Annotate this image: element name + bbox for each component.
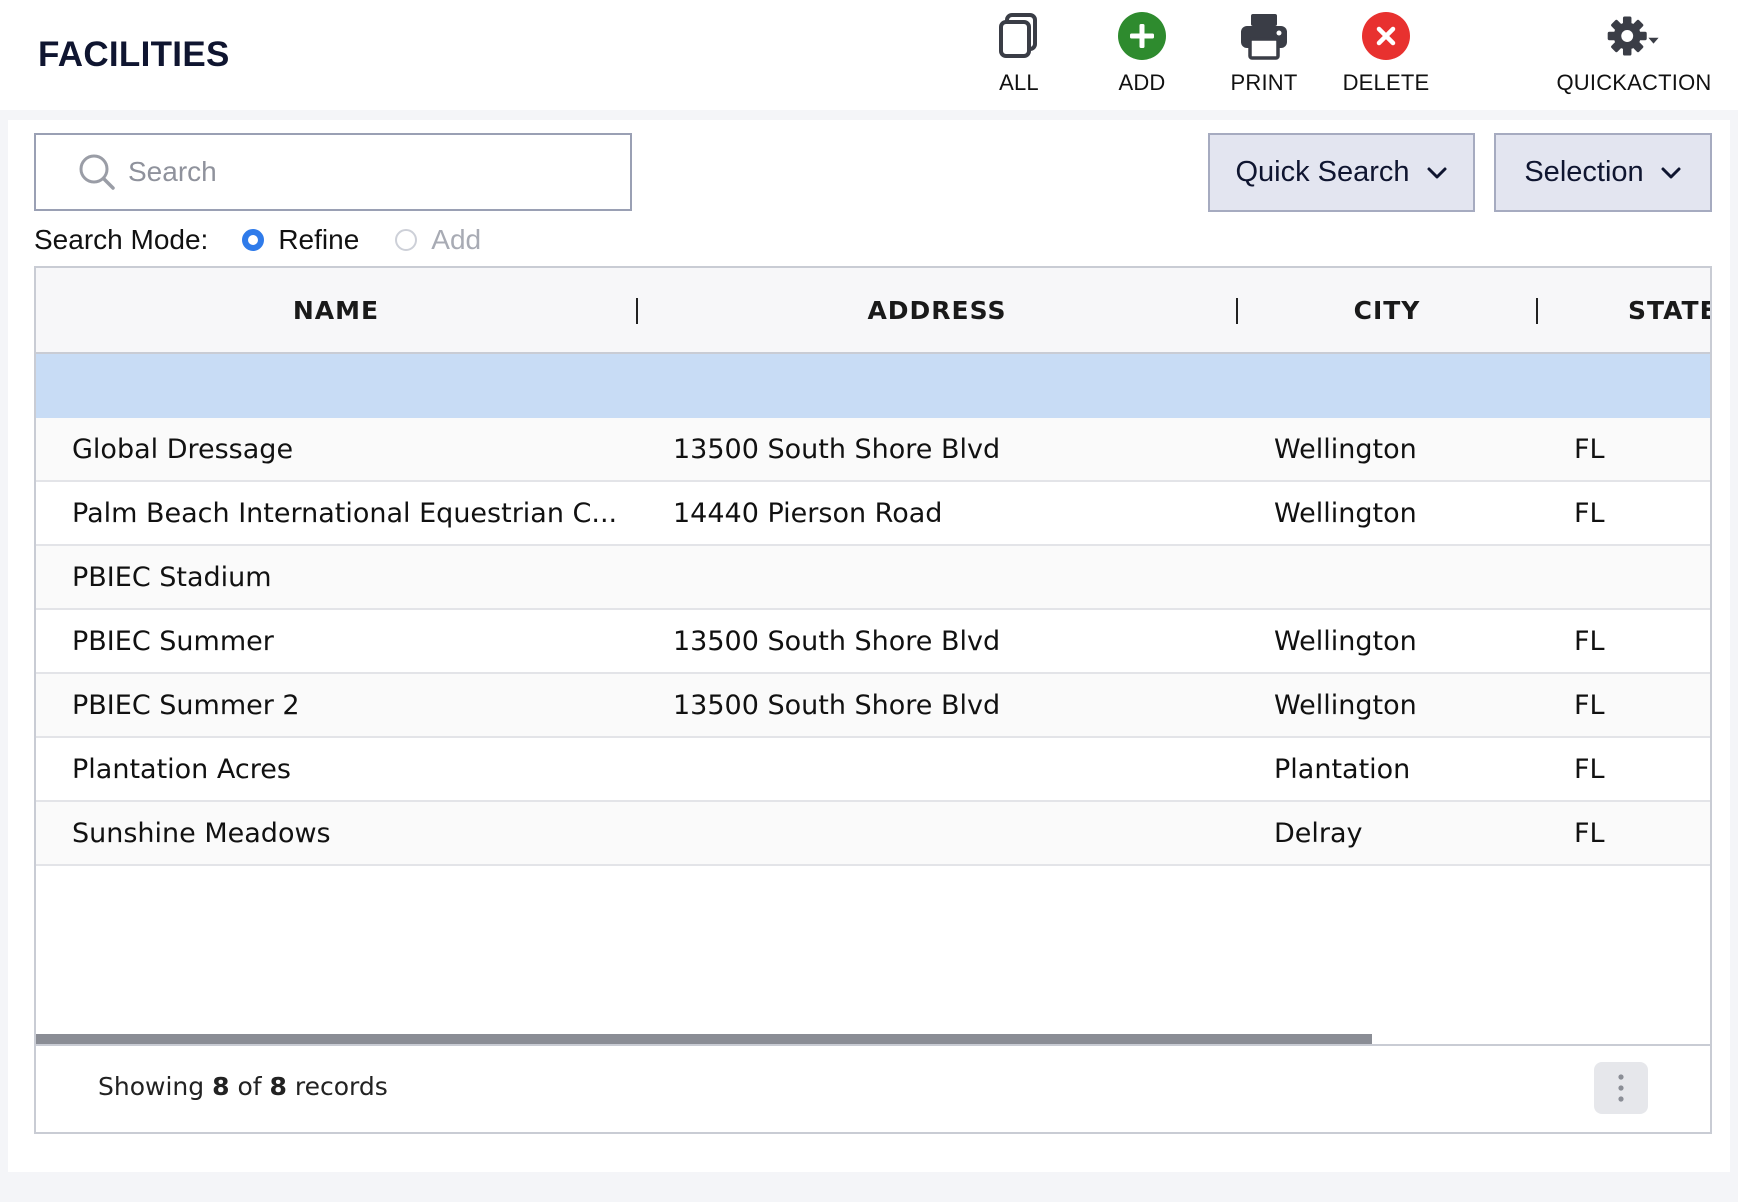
table-row[interactable]: Global Dressage 13500 South Shore Blvd W…: [36, 418, 1710, 482]
facilities-table: NAME ADDRESS CITY STATE Global Dressage …: [34, 266, 1712, 1134]
quickaction-label: QUICKACTION: [1556, 70, 1712, 95]
all-label: ALL: [999, 70, 1039, 95]
radio-add-label: Add: [431, 224, 482, 255]
cell-city: Wellington: [1274, 689, 1417, 721]
radio-selected-icon: [242, 229, 265, 251]
record-count-text: Showing 8 of 8 records: [98, 1072, 388, 1101]
cell-address: 13500 South Shore Blvd: [673, 689, 1001, 721]
table-footer: Showing 8 of 8 records: [36, 1044, 1710, 1132]
search-icon: [79, 154, 115, 190]
print-label: PRINT: [1230, 70, 1298, 95]
cell-city: Delray: [1274, 817, 1363, 849]
cell-city: Plantation: [1274, 753, 1411, 785]
table-row[interactable]: Plantation Acres Plantation FL: [36, 738, 1710, 802]
table-row[interactable]: PBIEC Summer 2 13500 South Shore Blvd We…: [36, 674, 1710, 738]
chevron-down-icon: [1661, 167, 1681, 178]
table-row[interactable]: Palm Beach International Equestrian C...…: [36, 482, 1710, 546]
cell-address: 14440 Pierson Road: [673, 497, 943, 529]
cell-name: PBIEC Stadium: [72, 561, 272, 593]
cell-name: Plantation Acres: [72, 753, 291, 785]
delete-label: DELETE: [1342, 70, 1430, 95]
chevron-down-icon: [1427, 167, 1447, 178]
search-field[interactable]: [34, 133, 632, 211]
cell-state: FL: [1574, 753, 1605, 785]
search-input[interactable]: [126, 155, 590, 189]
column-header-name[interactable]: NAME: [36, 268, 636, 352]
selected-empty-row[interactable]: [36, 354, 1710, 419]
column-header-state[interactable]: STATE: [1628, 268, 1710, 352]
cell-city: Wellington: [1274, 625, 1417, 657]
printer-icon: [1236, 8, 1292, 64]
table-row[interactable]: PBIEC Stadium: [36, 546, 1710, 610]
search-mode-label: Search Mode:: [34, 224, 209, 255]
cell-state: FL: [1574, 689, 1605, 721]
search-mode-row: Search Mode: Refine Add: [34, 220, 481, 260]
add-label: ADD: [1118, 70, 1166, 95]
cell-address: 13500 South Shore Blvd: [673, 625, 1001, 657]
table-row[interactable]: PBIEC Summer 13500 South Shore Blvd Well…: [36, 610, 1710, 674]
more-options-button[interactable]: [1594, 1062, 1648, 1114]
horizontal-scrollbar[interactable]: [36, 1034, 1372, 1044]
cell-state: FL: [1574, 433, 1605, 465]
column-resize-handle[interactable]: [1536, 298, 1538, 324]
cell-name: PBIEC Summer 2: [72, 689, 300, 721]
table-header: NAME ADDRESS CITY STATE: [36, 268, 1710, 354]
plus-circle-icon: [1114, 8, 1170, 64]
header-bar: FACILITIES ALL ADD PRINT DELETE QUICKACT…: [0, 0, 1738, 110]
print-button[interactable]: PRINT: [1209, 8, 1319, 98]
cell-city: Wellington: [1274, 433, 1417, 465]
delete-circle-icon: [1358, 8, 1414, 64]
gear-dropdown-icon: [1606, 8, 1662, 64]
selection-dropdown[interactable]: Selection: [1494, 133, 1712, 212]
cell-state: FL: [1574, 817, 1605, 849]
cell-name: PBIEC Summer: [72, 625, 274, 657]
radio-add[interactable]: Add: [395, 224, 481, 256]
cell-name: Sunshine Meadows: [72, 817, 331, 849]
page-title: FACILITIES: [38, 35, 230, 74]
table-row[interactable]: Sunshine Meadows Delray FL: [36, 802, 1710, 866]
cell-address: 13500 South Shore Blvd: [673, 433, 1001, 465]
column-header-city[interactable]: CITY: [1238, 268, 1536, 352]
add-button[interactable]: ADD: [1087, 8, 1197, 98]
kebab-menu-icon: [1618, 1074, 1624, 1102]
records-word: records: [294, 1072, 388, 1101]
quick-search-dropdown[interactable]: Quick Search: [1208, 133, 1475, 212]
total-count: 8: [269, 1072, 287, 1101]
selection-label: Selection: [1524, 156, 1644, 188]
cell-name: Global Dressage: [72, 433, 294, 465]
quickaction-button[interactable]: QUICKACTION: [1557, 8, 1711, 98]
quick-search-label: Quick Search: [1235, 156, 1410, 188]
cell-name: Palm Beach International Equestrian C...: [72, 497, 618, 529]
column-header-address[interactable]: ADDRESS: [638, 268, 1236, 352]
shown-count: 8: [212, 1072, 230, 1101]
showing-prefix: Showing: [98, 1072, 205, 1101]
cell-city: Wellington: [1274, 497, 1417, 529]
radio-refine-label: Refine: [278, 224, 360, 255]
of-word: of: [237, 1072, 262, 1101]
copy-icon: [991, 8, 1047, 64]
radio-refine[interactable]: Refine: [242, 224, 359, 256]
all-button[interactable]: ALL: [964, 8, 1074, 98]
cell-state: FL: [1574, 497, 1605, 529]
radio-unselected-icon: [395, 229, 418, 251]
cell-state: FL: [1574, 625, 1605, 657]
delete-button[interactable]: DELETE: [1331, 8, 1441, 98]
